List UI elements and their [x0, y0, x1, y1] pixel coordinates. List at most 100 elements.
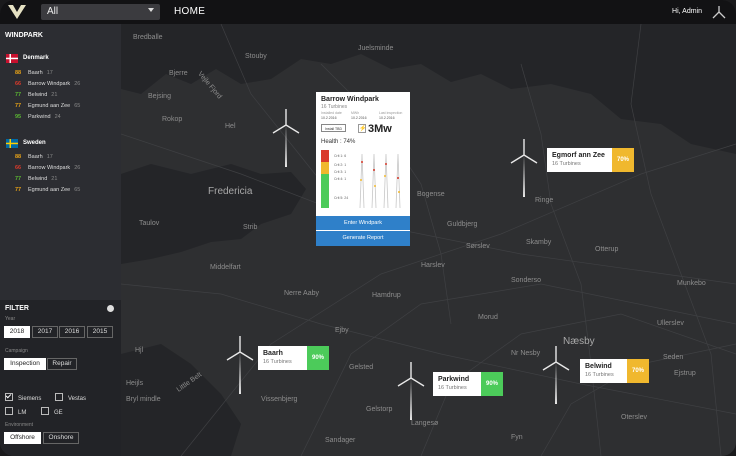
chevron-down-icon	[148, 8, 154, 12]
map-city-label: Sonderso	[511, 277, 541, 284]
map-city-label: Hjl	[135, 347, 144, 354]
map-city-label: Strib	[243, 224, 258, 231]
wind-turbine-icon[interactable]	[271, 109, 301, 169]
wind-turbine-icon[interactable]	[509, 139, 539, 199]
checkbox-icon	[41, 407, 49, 415]
year-2018-button[interactable]: 2018	[4, 326, 30, 338]
crit-label: Crit 5: 24	[334, 196, 349, 200]
health-bar-good	[321, 174, 329, 208]
year-2017-button[interactable]: 2017	[32, 326, 58, 338]
map-city-label: Bogense	[417, 191, 445, 198]
wind-turbine-icon[interactable]	[225, 336, 255, 396]
windpark-card[interactable]: Parkwind 16 Turbines 90%	[433, 372, 503, 396]
health-text: Health : 74%	[321, 139, 356, 145]
meta-value: 10.2.2016	[379, 115, 395, 120]
home-link[interactable]: HOME	[174, 6, 205, 17]
map-city-label: Bjerre	[169, 70, 188, 77]
install-button[interactable]: Install TBD	[321, 124, 346, 132]
park-name: Belwind	[28, 92, 48, 98]
windpark-card-sub: 16 Turbines	[438, 385, 467, 391]
windpark-card-title: Baarh	[263, 350, 283, 357]
park-score: 88	[15, 154, 22, 160]
user-icon[interactable]	[710, 4, 728, 20]
park-name: Barrow Windpark	[28, 165, 71, 171]
list-item[interactable]: 95 Parkwind 24	[15, 114, 61, 124]
health-bar-warning	[321, 162, 329, 174]
checkbox-label: LM	[18, 410, 27, 416]
filter-collapse-icon[interactable]	[107, 305, 114, 312]
region-select[interactable]: All	[41, 4, 160, 20]
list-item[interactable]: 88 Baarh 17	[15, 154, 53, 164]
park-count: 26	[74, 165, 81, 171]
offshore-button[interactable]: Offshore	[4, 432, 41, 444]
park-count: 21	[51, 92, 58, 98]
logo-icon[interactable]	[6, 3, 28, 21]
park-count: 21	[51, 176, 58, 182]
map-city-label: Otterup	[595, 246, 619, 253]
ge-checkbox[interactable]: GE	[41, 407, 63, 416]
list-item[interactable]: 77 Belwind 21	[15, 176, 57, 186]
meta-last-inspection: Last inspection 10.2.2016	[379, 111, 402, 120]
windpark-card[interactable]: Baarh 16 Turbines 90%	[258, 346, 329, 370]
lm-checkbox[interactable]: LM	[5, 407, 26, 416]
windpark-card-title: Parkwind	[438, 376, 470, 383]
windpark-card-sub: 16 Turbines	[585, 372, 614, 378]
map-city-label: Fredericia	[208, 186, 253, 197]
map-city-label: Ejstrup	[674, 370, 696, 377]
siemens-checkbox[interactable]: Siemens	[5, 393, 41, 402]
list-item[interactable]: 66 Barrow Windpark 26	[15, 165, 80, 175]
crit-label: Crit 4: 1	[334, 177, 347, 181]
map-view[interactable]: Bredballe Stouby Juelsminde Bjerre Vejle…	[121, 24, 736, 456]
year-2015-button[interactable]: 2015	[87, 326, 113, 338]
turbine-diagram-icon	[359, 153, 401, 209]
checkbox-label: Vestas	[68, 396, 87, 402]
map-city-label: Heijls	[126, 380, 144, 387]
meta-key: MWh	[351, 111, 360, 115]
sidebar-title: WINDPARK	[5, 32, 43, 39]
sweden-flag-icon	[6, 139, 18, 148]
country-name: Sweden	[23, 140, 46, 146]
map-city-label: Guldbjerg	[447, 221, 478, 228]
park-score: 66	[15, 81, 22, 87]
windpark-card[interactable]: Belwind 16 Turbines 70%	[580, 359, 649, 383]
lightning-icon: ⚡	[358, 124, 367, 133]
windpark-card-sub: 16 Turbines	[263, 359, 292, 365]
wind-turbine-icon[interactable]	[396, 362, 426, 422]
windpark-popup: Barrow Windpark 16 Turbines Installed da…	[316, 92, 410, 246]
top-bar: All HOME Hi, Admin	[0, 0, 736, 24]
park-score: 95	[15, 114, 22, 120]
windpark-card[interactable]: Egmorf ann Zee 16 Turbines 70%	[547, 148, 634, 172]
vestas-checkbox[interactable]: Vestas	[55, 393, 86, 402]
meta-mwh: MWh 10.2.2016	[351, 111, 367, 120]
park-score: 77	[15, 176, 22, 182]
list-item[interactable]: 77 Egmund aan Zee 65	[15, 187, 80, 197]
list-item[interactable]: 77 Egmund aan Zee 65	[15, 103, 80, 113]
campaign-repair-button[interactable]: Repair	[47, 358, 77, 370]
onshore-button[interactable]: Onshore	[43, 432, 79, 444]
meta-value: 10.2.2016	[321, 115, 337, 120]
park-name: Barrow Windpark	[28, 81, 71, 87]
park-count: 65	[74, 103, 81, 109]
list-item[interactable]: 88 Baarh 17	[15, 70, 53, 80]
year-2016-button[interactable]: 2016	[59, 326, 85, 338]
crit-label: Crit 2: 1	[334, 163, 347, 167]
park-count: 65	[74, 187, 81, 193]
map-city-label: Skamby	[526, 239, 552, 246]
checkbox-checked-icon	[5, 393, 13, 401]
park-score: 77	[15, 187, 22, 193]
campaign-inspection-button[interactable]: Inspection	[4, 358, 46, 370]
enter-windpark-button[interactable]: Enter Windpark	[316, 216, 410, 230]
list-item[interactable]: 77 Belwind 21	[15, 92, 57, 102]
filter-panel: FILTER Year 2018 2017 2016 2015 Campaign…	[0, 300, 121, 456]
crit-label: Crit 3: 1	[334, 170, 347, 174]
meta-key: Last inspection	[379, 111, 403, 115]
map-city-label: Sørslev	[466, 243, 490, 250]
park-count: 24	[54, 114, 61, 120]
filter-title: FILTER	[5, 305, 29, 312]
map-city-label: Gelsted	[349, 364, 374, 371]
map-city-label: Harslev	[421, 262, 445, 269]
list-item[interactable]: 66 Barrow Windpark 26	[15, 81, 80, 91]
user-greeting[interactable]: Hi, Admin	[672, 8, 702, 15]
wind-turbine-icon[interactable]	[541, 346, 571, 406]
generate-report-button[interactable]: Generate Report	[316, 231, 410, 246]
